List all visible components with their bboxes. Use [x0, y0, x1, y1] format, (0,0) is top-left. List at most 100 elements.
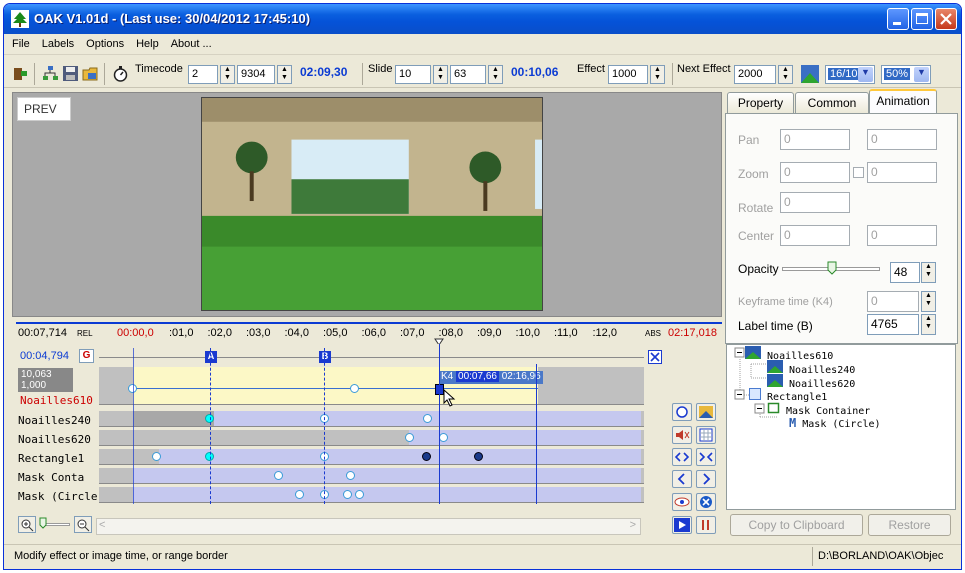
keyframe[interactable]: [423, 414, 432, 423]
tab-common[interactable]: Common: [795, 92, 869, 113]
stopwatch-icon[interactable]: [112, 65, 129, 82]
view-button[interactable]: [672, 403, 692, 421]
scroll-left-icon[interactable]: <: [99, 519, 105, 531]
pan-x-input[interactable]: 0: [780, 129, 850, 150]
timecode-hour-spinner[interactable]: ▲ ▼: [220, 65, 235, 84]
next-effect-input[interactable]: 2000: [734, 65, 776, 84]
effect-spinner[interactable]: ▲ ▼: [650, 65, 665, 84]
title-bar[interactable]: OAK V1.01d - (Last use: 30/04/2012 17:45…: [4, 4, 961, 34]
exit-icon[interactable]: [12, 65, 29, 82]
keyframe[interactable]: [474, 452, 483, 461]
track-noailles610[interactable]: K4 00:07,66 02:16,96: [99, 367, 644, 407]
save-icon[interactable]: [62, 65, 79, 82]
track-mask-container[interactable]: [99, 468, 644, 484]
keyframe[interactable]: [274, 471, 283, 480]
slide-count-spinner[interactable]: ▲ ▼: [488, 65, 503, 84]
restore-button[interactable]: Restore: [868, 514, 951, 536]
rotate-input[interactable]: 0: [780, 192, 850, 213]
tree-structure-icon[interactable]: [42, 65, 59, 82]
next-effect-spinner[interactable]: ▲ ▼: [778, 65, 793, 84]
keyframe[interactable]: [422, 452, 431, 461]
keyframe[interactable]: [439, 433, 448, 442]
pause-button[interactable]: [696, 516, 716, 534]
next-button[interactable]: [696, 470, 716, 488]
tree-node-rectangle1[interactable]: Rectangle1: [749, 388, 827, 403]
range-end-line[interactable]: [536, 364, 537, 504]
label-marker-a[interactable]: A: [205, 351, 217, 363]
timecode-frame-input[interactable]: 9304: [237, 65, 275, 84]
center-x-input[interactable]: 0: [780, 225, 850, 246]
preview-photo[interactable]: [201, 97, 543, 311]
zoom-in-button[interactable]: [18, 516, 36, 533]
track-name[interactable]: Noailles240: [18, 414, 91, 427]
zoom-link-checkbox[interactable]: [853, 167, 864, 178]
open-icon[interactable]: [82, 65, 99, 82]
keyframe[interactable]: [295, 490, 304, 499]
zoom-y-input[interactable]: 0: [867, 162, 937, 183]
timecode-hour-input[interactable]: 2: [188, 65, 218, 84]
tab-animation[interactable]: Animation: [869, 89, 937, 114]
label-marker-b[interactable]: B: [319, 351, 331, 363]
center-y-input[interactable]: 0: [867, 225, 937, 246]
tab-property[interactable]: Property: [727, 92, 794, 113]
slide-count-input[interactable]: 63: [450, 65, 486, 84]
keyframe-time-input[interactable]: 0: [867, 291, 919, 312]
label-time-input[interactable]: 4765: [867, 314, 919, 335]
label-time-spinner[interactable]: ▲ ▼: [921, 314, 936, 335]
playhead-line[interactable]: [439, 344, 440, 504]
scroll-right-icon[interactable]: >: [630, 519, 636, 531]
tree-node-mask-container[interactable]: Mask Container: [767, 402, 870, 417]
slide-number-spinner[interactable]: ▲ ▼: [433, 65, 448, 84]
close-button[interactable]: [935, 8, 957, 30]
range-start-line[interactable]: [133, 348, 134, 504]
track-rectangle1[interactable]: [99, 449, 644, 465]
slide-number-input[interactable]: 10: [395, 65, 431, 84]
expand-button[interactable]: [672, 448, 692, 466]
track-name-selected[interactable]: Noailles610: [20, 394, 93, 407]
track-mask-circle[interactable]: [99, 487, 644, 503]
close-labels-button[interactable]: [648, 350, 662, 364]
keyframe[interactable]: [355, 490, 364, 499]
menu-labels[interactable]: Labels: [34, 35, 78, 50]
tree-node-mask-circle[interactable]: M Mask (Circle): [789, 416, 881, 430]
keyframe-time-spinner[interactable]: ▲ ▼: [921, 291, 936, 312]
zoom-x-input[interactable]: 0: [780, 162, 850, 183]
track-name[interactable]: Noailles620: [18, 433, 91, 446]
opacity-input[interactable]: 48: [890, 262, 920, 283]
grid-button[interactable]: [696, 426, 716, 444]
timecode-frame-spinner[interactable]: ▲ ▼: [277, 65, 292, 84]
goto-start-button[interactable]: G: [79, 349, 94, 363]
track-name[interactable]: Mask (Circle: [18, 490, 97, 503]
visibility-button[interactable]: [672, 493, 692, 511]
maximize-button[interactable]: [911, 8, 933, 30]
track-name[interactable]: Mask Conta: [18, 471, 84, 484]
collapse-button[interactable]: [696, 448, 716, 466]
effect-input[interactable]: 1000: [608, 65, 648, 84]
track-noailles240[interactable]: [99, 411, 644, 427]
keyframe[interactable]: [152, 452, 161, 461]
sound-button[interactable]: [672, 426, 692, 444]
menu-about[interactable]: About ...: [163, 35, 216, 50]
keyframe[interactable]: [346, 471, 355, 480]
copy-to-clipboard-button[interactable]: Copy to Clipboard: [730, 514, 863, 536]
zoom-out-button[interactable]: [74, 516, 92, 533]
track-name[interactable]: Rectangle1: [18, 452, 84, 465]
aspect-select[interactable]: 16/10 ▼: [825, 65, 875, 84]
zoom-slider-thumb[interactable]: [39, 517, 47, 529]
zoom-select[interactable]: 50% ▼: [881, 65, 931, 84]
opacity-slider-thumb[interactable]: [827, 261, 837, 275]
play-button[interactable]: [672, 516, 692, 534]
minimize-button[interactable]: [887, 8, 909, 30]
menu-file[interactable]: File: [4, 35, 34, 50]
pan-y-input[interactable]: 0: [867, 129, 937, 150]
timeline-ruler[interactable]: 00:07,714 REL 00:00,0 :01,0:02,0:03,0:04…: [16, 322, 722, 346]
image-button[interactable]: [696, 403, 716, 421]
timeline-scrollbar[interactable]: < >: [96, 518, 641, 535]
previous-button[interactable]: [672, 470, 692, 488]
opacity-spinner[interactable]: ▲ ▼: [921, 262, 936, 283]
track-noailles620[interactable]: [99, 430, 644, 446]
image-icon[interactable]: [801, 65, 819, 83]
keyframe[interactable]: [405, 433, 414, 442]
keyframe[interactable]: [350, 384, 359, 393]
menu-help[interactable]: Help: [128, 35, 163, 50]
